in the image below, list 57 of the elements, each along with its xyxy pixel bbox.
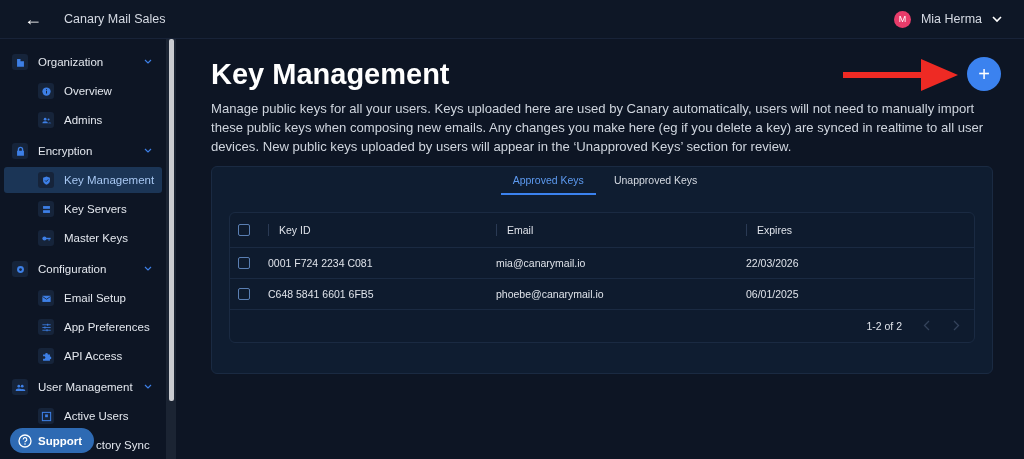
sidebar-section[interactable]: Configuration bbox=[38, 263, 144, 275]
user-menu[interactable]: M Mia Herma bbox=[893, 10, 1002, 28]
chevron-down-icon[interactable] bbox=[144, 384, 152, 390]
add-button[interactable]: + bbox=[967, 57, 1001, 91]
help-icon bbox=[18, 433, 32, 448]
shield-icon bbox=[38, 172, 54, 188]
page-description: Manage public keys for all your users. Keys uploaded here are used by Canary automatically, users will not need to manually import these public keys when composing new emails. Any changes you make here (eg if you delete a key) are synced in realtime to all user devices. New public keys uploaded by users will appear in the ‘Unapproved Keys’ section for review. bbox=[211, 100, 985, 156]
monitor-icon bbox=[38, 408, 54, 424]
sidebar-item[interactable]: API Access bbox=[4, 346, 162, 366]
tab[interactable]: Approved Keys bbox=[500, 171, 596, 195]
table-cell-text: 06/01/2025 bbox=[746, 288, 800, 300]
sidebar-section[interactable]: Encryption bbox=[38, 145, 144, 157]
chevron-down-icon[interactable] bbox=[144, 266, 152, 272]
column-header[interactable]: Key ID bbox=[279, 224, 311, 236]
building-icon bbox=[12, 54, 28, 70]
chevron-down-icon[interactable] bbox=[144, 59, 152, 65]
scrollbar-thumb[interactable] bbox=[168, 39, 174, 401]
sidebar-item[interactable]: ctory Sync bbox=[96, 439, 162, 451]
sidebar-item[interactable]: Active Users bbox=[4, 406, 162, 426]
puzzle-icon bbox=[38, 348, 54, 364]
table-cell-text: phoebe@canarymail.io bbox=[496, 288, 605, 300]
column-header[interactable]: Email bbox=[507, 224, 534, 236]
settings-icon bbox=[12, 261, 28, 277]
key-icon bbox=[38, 230, 54, 246]
table-cell-text: C648 5841 6601 6FB5 bbox=[268, 288, 375, 300]
row-checkbox[interactable] bbox=[238, 288, 250, 300]
sidebar-item[interactable]: Admins bbox=[4, 110, 162, 130]
organization-title: Canary Mail Sales bbox=[64, 12, 166, 26]
sidebar-item[interactable]: Key Management bbox=[4, 167, 162, 193]
sidebar-item[interactable]: App Preferences bbox=[4, 317, 162, 337]
table-cell-text: mia@canarymail.io bbox=[496, 257, 587, 269]
sidebar-section[interactable]: Organization bbox=[38, 56, 144, 68]
envelope-icon bbox=[38, 290, 54, 306]
sliders-icon bbox=[38, 319, 54, 335]
sidebar-item[interactable]: Master Keys bbox=[4, 228, 162, 248]
tab[interactable]: Unapproved Keys bbox=[607, 171, 704, 195]
sidebar-item[interactable]: Email Setup bbox=[4, 288, 162, 308]
server-icon bbox=[38, 201, 54, 217]
chevron-down-icon bbox=[992, 15, 1002, 23]
table-cell-text: 0001 F724 2234 C081 bbox=[268, 257, 374, 269]
sidebar-item[interactable]: Overview bbox=[4, 81, 162, 101]
column-header[interactable]: Expires bbox=[757, 224, 792, 236]
sidebar-item[interactable]: Key Servers bbox=[4, 199, 162, 219]
table-cell-text: 22/03/2026 bbox=[746, 257, 800, 269]
support-button[interactable]: Support bbox=[10, 428, 95, 453]
info-icon bbox=[38, 83, 54, 99]
page-title: Key Management bbox=[211, 57, 450, 91]
back-button[interactable]: ← bbox=[22, 8, 44, 30]
pagination-range: 1-2 of 2 bbox=[866, 320, 902, 332]
sidebar-section[interactable]: User Management bbox=[38, 381, 144, 393]
avatar: M bbox=[893, 10, 911, 28]
people-icon bbox=[12, 379, 28, 395]
row-checkbox[interactable] bbox=[238, 257, 250, 269]
people-icon bbox=[38, 112, 54, 128]
lock-icon bbox=[12, 143, 28, 159]
select-all-checkbox[interactable] bbox=[238, 224, 250, 236]
chevron-down-icon[interactable] bbox=[144, 148, 152, 154]
